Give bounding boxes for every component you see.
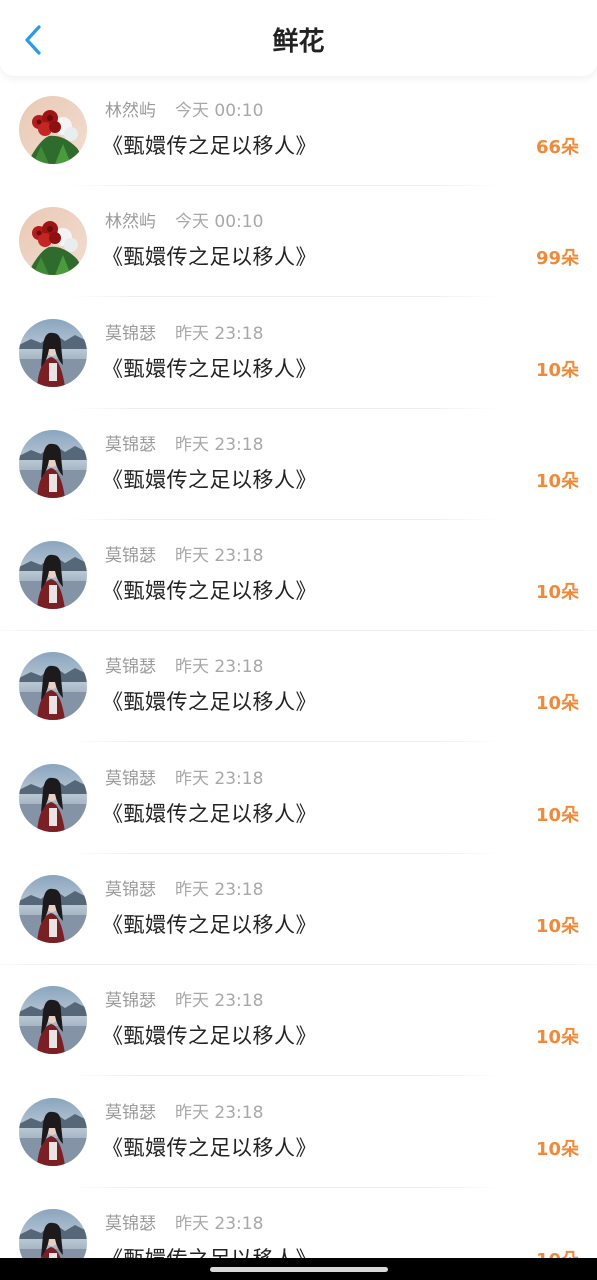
- username: 莫锦瑟: [105, 546, 156, 567]
- list-item[interactable]: 莫锦瑟 昨天 23:18 《甄嬛传之足以移人》 10朵: [0, 754, 597, 865]
- flower-count: 10朵: [535, 804, 579, 826]
- avatar[interactable]: [19, 652, 87, 721]
- gift-time: 昨天 23:18: [175, 546, 264, 567]
- roses-avatar-image: [19, 207, 87, 276]
- flower-count: 10朵: [535, 359, 579, 381]
- gift-time: 今天 00:10: [175, 101, 264, 121]
- book-title: 《甄嬛传之足以移人》: [102, 579, 317, 604]
- system-navigation-bar: [0, 1258, 597, 1280]
- avatar[interactable]: [19, 986, 87, 1055]
- gift-time: 今天 00:10: [175, 212, 264, 233]
- avatar[interactable]: [19, 429, 87, 498]
- list-item[interactable]: 莫锦瑟 昨天 23:18 《甄嬛传之足以移人》 10朵: [0, 1088, 597, 1199]
- list-item[interactable]: 莫锦瑟 昨天 23:18 《甄嬛传之足以移人》 10朵: [0, 309, 597, 420]
- avatar[interactable]: [19, 875, 87, 944]
- list-item[interactable]: 莫锦瑟 昨天 23:18 《甄嬛传之足以移人》 10朵: [0, 531, 597, 642]
- page-title: 鲜花: [272, 27, 325, 57]
- book-title: 《甄嬛传之足以移人》: [102, 134, 317, 158]
- avatar[interactable]: [19, 541, 87, 610]
- row-divider: [70, 741, 500, 743]
- gift-time: 昨天 23:18: [175, 768, 264, 789]
- portrait-avatar-image: [19, 429, 87, 498]
- list-item[interactable]: 莫锦瑟 昨天 23:18 《甄嬛传之足以移人》 10朵: [0, 642, 597, 753]
- book-title: 《甄嬛传之足以移人》: [102, 801, 317, 826]
- gift-time: 昨天 23:18: [175, 434, 264, 455]
- gift-time: 昨天 23:18: [175, 991, 264, 1012]
- avatar[interactable]: [19, 207, 87, 276]
- portrait-avatar-image: [19, 318, 87, 387]
- flower-gift-list: 林然屿 今天 00:10 《甄嬛传之足以移人》 66朵 林然屿 今天 00:10…: [0, 86, 597, 1280]
- row-divider: [70, 407, 500, 409]
- flower-count: 66朵: [535, 137, 579, 158]
- flower-count: 10朵: [535, 1027, 579, 1049]
- book-title: 《甄嬛传之足以移人》: [102, 1135, 317, 1160]
- username: 莫锦瑟: [105, 434, 156, 455]
- username: 莫锦瑟: [105, 991, 156, 1012]
- username: 莫锦瑟: [105, 323, 156, 344]
- roses-avatar-image: [19, 96, 87, 164]
- portrait-avatar-image: [19, 875, 87, 944]
- top-bar: 鲜花: [0, 0, 597, 76]
- flowers-page: 鲜花 林然屿 今天 00:10 《甄嬛传之足以移人》 66朵 林然屿 今天 00…: [0, 0, 597, 1280]
- flower-count: 10朵: [535, 1138, 579, 1160]
- row-divider: [70, 185, 500, 186]
- gift-time: 昨天 23:18: [175, 1102, 264, 1123]
- list-item[interactable]: 莫锦瑟 昨天 23:18 《甄嬛传之足以移人》 10朵: [0, 865, 597, 976]
- row-divider: [70, 1186, 500, 1188]
- avatar[interactable]: [19, 763, 87, 832]
- flower-count: 10朵: [535, 582, 579, 604]
- gift-time: 昨天 23:18: [175, 880, 264, 901]
- username: 莫锦瑟: [105, 880, 156, 901]
- book-title: 《甄嬛传之足以移人》: [102, 467, 317, 492]
- username: 莫锦瑟: [105, 657, 156, 678]
- avatar[interactable]: [19, 96, 87, 164]
- book-title: 《甄嬛传之足以移人》: [102, 245, 317, 270]
- list-item[interactable]: 林然屿 今天 00:10 《甄嬛传之足以移人》 99朵: [0, 197, 597, 308]
- gift-time: 昨天 23:18: [175, 323, 264, 344]
- username: 莫锦瑟: [105, 768, 156, 789]
- row-divider: [0, 630, 597, 632]
- home-indicator[interactable]: [210, 1267, 388, 1272]
- row-divider: [70, 1075, 500, 1077]
- portrait-avatar-image: [19, 763, 87, 832]
- portrait-avatar-image: [19, 541, 87, 610]
- username: 莫锦瑟: [105, 1102, 156, 1123]
- username: 林然屿: [105, 101, 156, 121]
- book-title: 《甄嬛传之足以移人》: [102, 356, 317, 381]
- avatar[interactable]: [19, 318, 87, 387]
- row-divider: [0, 964, 597, 966]
- book-title: 《甄嬛传之足以移人》: [102, 1024, 317, 1049]
- flower-count: 99朵: [535, 248, 579, 270]
- list-item[interactable]: 林然屿 今天 00:10 《甄嬛传之足以移人》 66朵: [0, 86, 597, 197]
- flower-count: 10朵: [535, 916, 579, 938]
- portrait-avatar-image: [19, 1097, 87, 1166]
- portrait-avatar-image: [19, 652, 87, 721]
- username: 林然屿: [105, 212, 156, 233]
- gift-time: 昨天 23:18: [175, 657, 264, 678]
- row-divider: [70, 518, 500, 520]
- row-divider: [70, 852, 500, 854]
- book-title: 《甄嬛传之足以移人》: [102, 690, 317, 715]
- book-title: 《甄嬛传之足以移人》: [102, 913, 317, 938]
- portrait-avatar-image: [19, 986, 87, 1055]
- flower-count: 10朵: [535, 470, 579, 492]
- avatar[interactable]: [19, 1097, 87, 1166]
- list-item[interactable]: 莫锦瑟 昨天 23:18 《甄嬛传之足以移人》 10朵: [0, 420, 597, 531]
- flower-count: 10朵: [535, 693, 579, 715]
- list-item[interactable]: 莫锦瑟 昨天 23:18 《甄嬛传之足以移人》 10朵: [0, 976, 597, 1087]
- gift-time: 昨天 23:18: [175, 1213, 264, 1234]
- row-divider: [70, 296, 500, 298]
- username: 莫锦瑟: [105, 1213, 156, 1234]
